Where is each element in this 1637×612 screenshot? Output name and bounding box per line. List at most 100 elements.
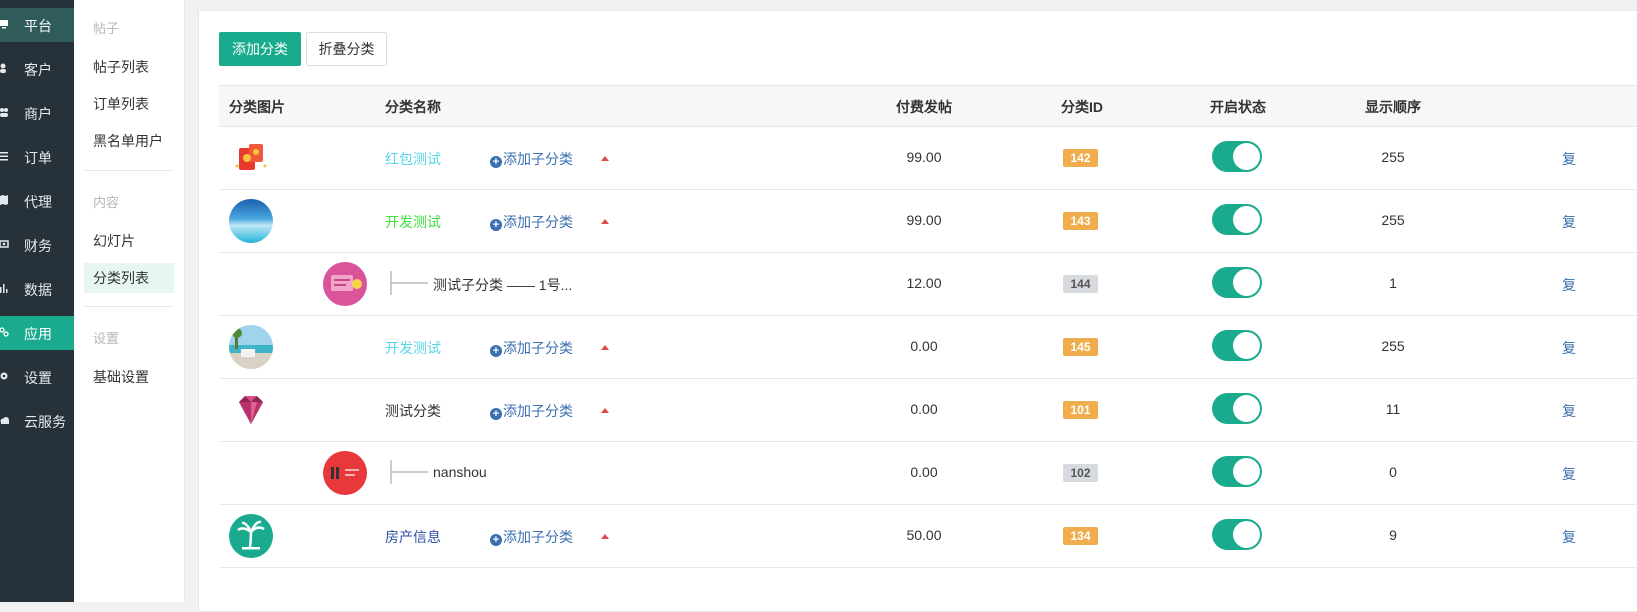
sidebar-item-label: 应用 [24,326,52,342]
sidebar-item-label: 数据 [24,282,52,298]
category-name[interactable]: 开发测试 [385,338,441,358]
header-paid-post: 付费发帖 [896,99,952,115]
copy-link[interactable]: 复 [1562,464,1576,484]
submenu-item-basic-settings[interactable]: 基础设置 [84,362,174,392]
status-toggle[interactable] [1212,330,1262,361]
table-row: 开发测试 + 添加子分类 99.00 143 255 复 [219,190,1637,253]
table-row: 房产信息 + 添加子分类 50.00 134 9 复 [219,505,1637,568]
category-id-badge: 102 [1063,464,1098,482]
plus-circle-icon: + [490,534,502,546]
category-thumbnail [229,199,273,243]
copy-link[interactable]: 复 [1562,149,1576,169]
sidebar-item-label: 设置 [24,370,52,386]
user-icon [0,61,10,75]
add-category-button[interactable]: 添加分类 [219,32,301,66]
toggle-knob [1233,521,1260,548]
table-row: 红包测试 + 添加子分类 99.00 142 255 复 [219,127,1637,190]
header-display-order: 显示顺序 [1365,99,1421,115]
collapse-caret-icon[interactable] [601,534,609,539]
collapse-category-button[interactable]: 折叠分类 [306,32,387,66]
category-name[interactable]: 测试子分类 —— 1号... [433,275,572,295]
sidebar-item-1[interactable]: 客户 [0,52,74,86]
category-name[interactable]: 红包测试 [385,149,441,169]
status-toggle[interactable] [1212,141,1262,172]
toggle-knob [1233,395,1260,422]
status-toggle[interactable] [1212,267,1262,298]
paid-post-fee: 0.00 [910,401,938,417]
copy-link[interactable]: 复 [1562,401,1576,421]
category-id-badge: 144 [1063,275,1098,293]
sidebar-item-6[interactable]: 数据 [0,272,74,306]
collapse-caret-icon[interactable] [601,345,609,350]
sidebar-item-7[interactable]: 应用 [0,316,74,350]
submenu-item-blacklist[interactable]: 黑名单用户 [84,126,174,156]
category-thumbnail [229,136,273,180]
category-name[interactable]: nanshou [433,464,487,480]
toggle-knob [1233,458,1260,485]
paid-post-fee: 0.00 [910,464,938,480]
add-subcategory-label: 添加子分类 [503,214,573,230]
copy-link[interactable]: 复 [1562,338,1576,358]
apps-icon [0,325,10,339]
copy-link[interactable]: 复 [1562,527,1576,547]
tree-branch-line [390,456,430,488]
header-name: 分类名称 [385,99,441,115]
money-icon [0,237,10,251]
status-toggle[interactable] [1212,204,1262,235]
copy-link[interactable]: 复 [1562,212,1576,232]
add-subcategory-label: 添加子分类 [503,151,573,167]
table-row: 测试分类 + 添加子分类 0.00 101 11 复 [219,379,1637,442]
display-order: 255 [1381,212,1405,228]
add-subcategory-label: 添加子分类 [503,403,573,419]
paid-post-fee: 12.00 [906,275,942,291]
bar-chart-icon [0,281,10,295]
sidebar-item-4[interactable]: 代理 [0,184,74,218]
sidebar-item-8[interactable]: 设置 [0,360,74,394]
toggle-knob [1233,143,1260,170]
submenu-item-slides[interactable]: 幻灯片 [84,226,174,256]
sidebar-item-3[interactable]: 订单 [0,140,74,174]
display-order: 255 [1381,149,1405,165]
gear-icon [0,369,10,383]
status-toggle[interactable] [1212,519,1262,550]
submenu-group-content: 内容 [93,195,120,210]
category-name[interactable]: 房产信息 [385,527,441,547]
add-subcategory-link[interactable]: + 添加子分类 [490,149,573,169]
category-thumbnail [229,514,273,558]
submenu-item-order-list[interactable]: 订单列表 [84,89,174,119]
status-toggle[interactable] [1212,393,1262,424]
table-row: nanshou 0.00 102 0 复 [219,442,1637,505]
sidebar-item-5[interactable]: 财务 [0,228,74,262]
main-content-panel: 添加分类 折叠分类 分类图片 分类名称 付费发帖 分类ID 开启状态 显示顺序 … [198,10,1637,612]
submenu-divider [84,170,174,171]
sidebar-item-0[interactable]: 平台 [0,8,74,42]
display-order: 0 [1389,464,1397,480]
add-subcategory-link[interactable]: + 添加子分类 [490,338,573,358]
copy-link[interactable]: 复 [1562,275,1576,295]
table-row: 测试子分类 —— 1号... 12.00 144 1 复 [219,253,1637,316]
users-icon [0,105,10,119]
collapse-caret-icon[interactable] [601,156,609,161]
add-subcategory-label: 添加子分类 [503,340,573,356]
status-toggle[interactable] [1212,456,1262,487]
category-name[interactable]: 开发测试 [385,212,441,232]
category-name[interactable]: 测试分类 [385,401,441,421]
add-subcategory-link[interactable]: + 添加子分类 [490,527,573,547]
toggle-knob [1233,206,1260,233]
paid-post-fee: 0.00 [910,338,938,354]
sidebar-item-9[interactable]: 云服务 [0,404,74,438]
paid-post-fee: 99.00 [906,212,942,228]
submenu-item-category-list[interactable]: 分类列表 [84,263,174,293]
add-subcategory-link[interactable]: + 添加子分类 [490,401,573,421]
submenu-item-post-list[interactable]: 帖子列表 [84,52,174,82]
sidebar-item-label: 云服务 [24,414,66,430]
display-order: 1 [1389,275,1397,291]
category-id-badge: 143 [1063,212,1098,230]
sidebar-item-2[interactable]: 商户 [0,96,74,130]
sidebar-item-label: 平台 [24,18,52,34]
header-category-id: 分类ID [1061,99,1103,115]
map-icon [0,193,10,207]
collapse-caret-icon[interactable] [601,408,609,413]
add-subcategory-link[interactable]: + 添加子分类 [490,212,573,232]
collapse-caret-icon[interactable] [601,219,609,224]
